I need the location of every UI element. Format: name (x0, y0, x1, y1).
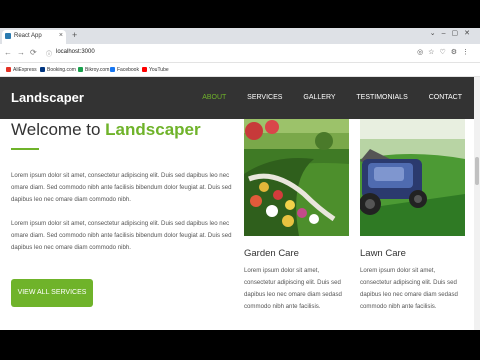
intro-paragraph: Lorem ipsum dolor sit amet, consectetur … (11, 172, 232, 203)
view-all-services-button[interactable]: VIEW ALL SERVICES (11, 279, 93, 307)
nav-item-gallery[interactable]: GALLERY (303, 94, 335, 101)
bookmark-facebook[interactable]: Facebook (110, 67, 139, 73)
card-title: Garden Care (244, 248, 299, 259)
nav-item-contact[interactable]: CONTACT (429, 94, 462, 101)
window-controls[interactable]: ⌄–▢✕ (430, 29, 476, 37)
react-favicon-icon (5, 33, 11, 39)
browser-window: React App × + ⌄–▢✕ ←→⟳ ⓘ localhost:3000 … (0, 28, 480, 330)
bookmark-youtube[interactable]: YouTube (142, 67, 169, 73)
site-navbar: Landscaper ABOUT SERVICES GALLERY TESTIM… (0, 77, 474, 119)
lawn-mower-image (360, 119, 465, 236)
bookmark-booking[interactable]: Booking.com (40, 67, 76, 73)
nav-item-testimonials[interactable]: TESTIMONIALS (356, 94, 407, 101)
intro-paragraph: Lorem ipsum dolor sit amet, consectetur … (11, 220, 232, 251)
service-card-lawn[interactable]: Lawn Care Lorem ipsum dolor sit amet, co… (360, 119, 465, 313)
tab-title: React App (14, 33, 42, 39)
page-scrollbar[interactable] (474, 77, 480, 330)
card-text: Lorem ipsum dolor sit amet, consectetur … (360, 267, 458, 310)
nav-buttons-icon[interactable]: ←→⟳ (4, 48, 42, 57)
extensions-icon[interactable]: ◎☆♡⚙⋮ (417, 48, 474, 56)
url-field[interactable]: localhost:3000 (56, 49, 95, 55)
page-info-icon[interactable]: ⓘ (46, 49, 52, 58)
browser-tab[interactable]: React App × (2, 30, 66, 44)
brand-logo[interactable]: Landscaper (11, 90, 84, 105)
tab-close-icon[interactable]: × (59, 32, 63, 39)
bookmark-bikroy[interactable]: Bikroy.com (78, 67, 109, 73)
service-card-garden[interactable]: Garden Care Lorem ipsum dolor sit amet, … (244, 119, 349, 313)
card-text: Lorem ipsum dolor sit amet, consectetur … (244, 267, 342, 310)
bookmark-aliexpress[interactable]: AliExpress (6, 67, 37, 73)
card-title: Lawn Care (360, 248, 406, 259)
nav-menu: ABOUT SERVICES GALLERY TESTIMONIALS CONT… (183, 94, 462, 101)
garden-image (244, 119, 349, 236)
nav-item-services[interactable]: SERVICES (247, 94, 282, 101)
new-tab-icon[interactable]: + (72, 30, 77, 40)
bookmarks-bar: AliExpress Booking.com Bikroy.com Facebo… (0, 63, 480, 77)
address-bar: ←→⟳ ⓘ localhost:3000 ◎☆♡⚙⋮ (0, 44, 480, 63)
tab-bar: React App × + ⌄–▢✕ (0, 28, 480, 44)
heading-underline (11, 148, 39, 150)
scrollbar-thumb[interactable] (475, 157, 479, 185)
welcome-heading: Welcome to Landscaper (11, 120, 201, 139)
nav-item-about[interactable]: ABOUT (202, 94, 226, 101)
